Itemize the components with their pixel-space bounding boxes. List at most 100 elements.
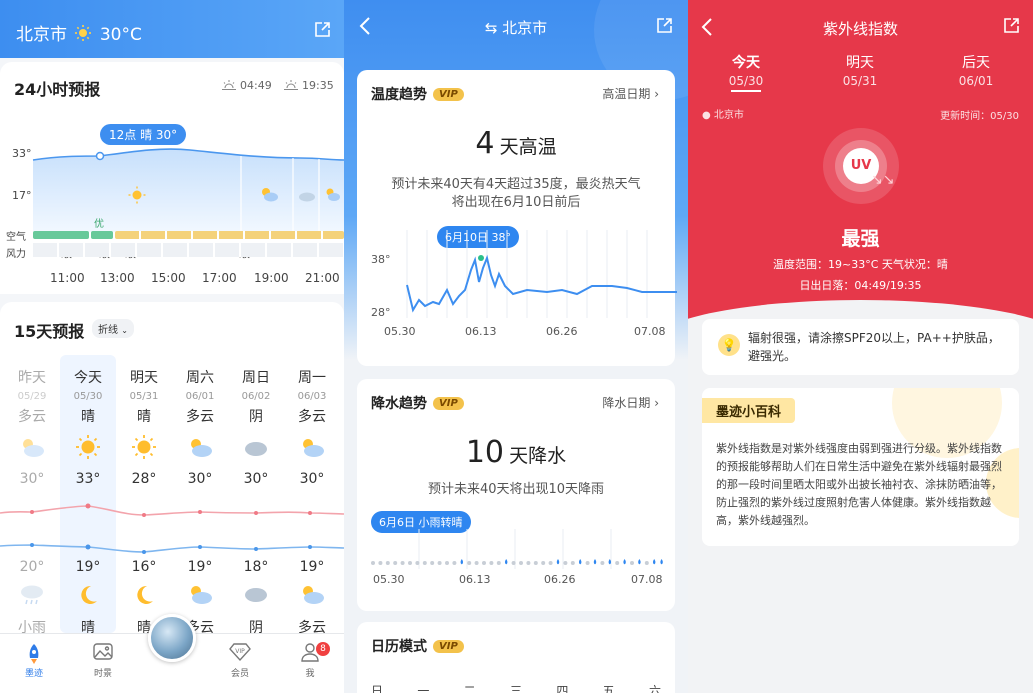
daily-column[interactable]: 明天 05/31 晴 28° 16° 晴 xyxy=(116,355,172,636)
tab-label: 墨迹 xyxy=(24,669,43,679)
hour-label: 17:00 xyxy=(202,271,237,285)
rain-day-drop xyxy=(652,559,656,565)
dry-day-dot xyxy=(474,561,479,565)
hourly-bubble: 12点 晴 30° xyxy=(100,124,187,145)
rain-x-label: 05.30 xyxy=(373,573,405,586)
hour-label: 21:00 xyxy=(305,271,340,285)
daily-column[interactable]: 周六 06/01 多云 30° 19° 多云 xyxy=(172,355,228,636)
hour-label: 15:00 xyxy=(151,271,186,285)
day-tab-tomorrow[interactable]: 明天 05/31 xyxy=(820,52,900,88)
rain-day-drop xyxy=(578,559,582,565)
day-name: 周一 xyxy=(298,370,326,386)
rain-day-drop xyxy=(593,559,597,565)
share-icon[interactable] xyxy=(1001,16,1021,36)
dry-day-dot xyxy=(519,561,523,565)
tab-underline xyxy=(731,90,761,92)
tab-vip[interactable]: VIP 会员 xyxy=(220,642,260,679)
aqi-bar-good xyxy=(91,231,113,239)
dry-day-dot xyxy=(489,561,494,565)
weekday-label: 二 xyxy=(463,684,476,693)
rain-desc: 预计未来40天将出现10天降雨 xyxy=(427,482,605,497)
trend-screen: ⇆ 北京市 温度趋势 VIP 高温日期 › 4 天高温 预计未来40天有4天超过3… xyxy=(344,0,688,693)
daily-temp-lines xyxy=(0,503,344,554)
tab-scenery[interactable]: 时景 xyxy=(83,642,123,679)
daily-column[interactable]: 昨天 05/29 多云 30° 20° 小雨 xyxy=(4,355,60,636)
svg-text:VIP: VIP xyxy=(235,648,245,655)
temperature-trend-card: 温度趋势 VIP 高温日期 › 4 天高温 预计未来40天有4天超过35度，最炎热… xyxy=(357,70,677,366)
tab-label: 时景 xyxy=(93,669,112,679)
uv-advice-card: 💡 辐射很强，请涂擦SPF20以上，PA++护肤品，避强光。 xyxy=(702,319,1019,375)
uv-badge-label: UV xyxy=(850,158,872,173)
day-high-temp: 33° xyxy=(75,471,101,487)
dry-day-dot xyxy=(393,561,398,565)
rain-trend-card: 降水趋势 VIP 降水日期 › 10 天降水 预计未来40天将出现10天降雨 6月… xyxy=(357,379,675,611)
trend-header-title[interactable]: ⇆ 北京市 xyxy=(344,17,688,38)
dry-day-dot xyxy=(644,561,649,565)
day-weather: 晴 xyxy=(137,409,151,425)
tab-me[interactable]: 我 8 xyxy=(290,642,330,679)
dry-day-dot xyxy=(452,561,457,565)
dry-day-dot xyxy=(467,561,472,565)
light-rain-icon xyxy=(4,583,60,605)
dry-day-dot xyxy=(548,561,553,565)
day-name: 周日 xyxy=(242,370,270,386)
home-header: 北京市 30°C xyxy=(0,0,344,58)
share-icon[interactable] xyxy=(312,20,332,40)
high-temp-dates-link[interactable]: 高温日期 › xyxy=(602,85,659,102)
day-high-temp: 30° xyxy=(299,471,325,487)
hourly-forecast-card: 24小时预报 04:49 19:35 33° 17° 12点 晴 30° 空气 … xyxy=(0,62,344,294)
cloudy-icon xyxy=(298,190,316,202)
temp-card-title: 温度趋势 VIP xyxy=(371,84,464,104)
partly-cloudy-icon xyxy=(4,432,60,462)
weekday-label: 四 xyxy=(556,684,569,693)
share-icon[interactable] xyxy=(654,16,674,36)
uv-advice-text: 辐射很强，请涂擦SPF20以上，PA++护肤品，避强光。 xyxy=(748,331,1000,363)
rain-day-drop xyxy=(460,559,464,565)
dry-day-dot xyxy=(422,561,427,565)
calendar-card-title-text: 日历模式 xyxy=(371,639,427,655)
dry-day-dot xyxy=(585,561,590,565)
sunrise-icon xyxy=(222,79,236,91)
tab-moji[interactable]: 墨迹 xyxy=(14,642,54,679)
dry-day-dot xyxy=(570,561,575,565)
calendar-card: 日历模式 VIP 日 一 二 三 四 五 六 xyxy=(357,622,675,693)
uv-update-time: 更新时间：05/30 xyxy=(940,111,1019,122)
image-icon xyxy=(83,642,123,666)
day-date: 05/31 xyxy=(129,391,159,402)
vip-badge: VIP xyxy=(433,640,464,653)
uv-location: ● 北京市 xyxy=(702,106,744,121)
day-date: 06/03 xyxy=(297,391,327,402)
sunset-time: 19:35 xyxy=(302,79,334,92)
day-name: 昨天 xyxy=(18,370,46,386)
rain-dates-link[interactable]: 降水日期 › xyxy=(602,394,659,411)
day-date: 06/01 xyxy=(185,391,215,402)
header-city-temp[interactable]: 北京市 30°C xyxy=(16,20,142,45)
rain-day-drop xyxy=(556,559,560,565)
daily-mode-toggle[interactable]: 折线 ⌄ xyxy=(92,319,134,338)
day-tab-day-after[interactable]: 后天 06/01 xyxy=(936,52,1016,88)
day-tab-today[interactable]: 今天 05/30 xyxy=(706,52,786,92)
day-name: 今天 xyxy=(74,370,102,386)
rain-day-drop xyxy=(623,559,626,565)
sun-icon xyxy=(128,186,146,204)
daily-column[interactable]: 周一 06/03 多云 30° 19° 多云 xyxy=(284,355,340,636)
dry-day-dot xyxy=(615,561,620,565)
uv-header-title: 紫外线指数 xyxy=(822,20,898,38)
day-date: 05/29 xyxy=(17,391,47,402)
daily-column[interactable]: 周日 06/02 阴 30° 18° 阴 xyxy=(228,355,284,636)
rain-days-unit: 天降水 xyxy=(509,445,567,467)
weather-home-screen: 北京市 30°C 24小时预报 04:49 19:35 33° 17° 12点 … xyxy=(0,0,344,693)
daily-column[interactable]: 今天 05/30 晴 33° 19° 晴 xyxy=(60,355,116,636)
temp-x-label: 06.13 xyxy=(465,325,497,338)
rocket-icon xyxy=(14,642,54,666)
vip-badge: VIP xyxy=(433,88,464,101)
day-high-temp: 30° xyxy=(187,471,213,487)
center-scene-avatar[interactable] xyxy=(148,614,196,662)
partly-cloudy-icon xyxy=(284,432,340,462)
temp-x-label: 07.08 xyxy=(634,325,666,338)
dry-day-dot xyxy=(511,561,516,565)
diamond-icon: VIP xyxy=(220,642,260,666)
day-weather: 晴 xyxy=(81,409,95,425)
sunrise-time: 04:49 xyxy=(240,79,272,92)
sun-icon xyxy=(116,432,172,462)
